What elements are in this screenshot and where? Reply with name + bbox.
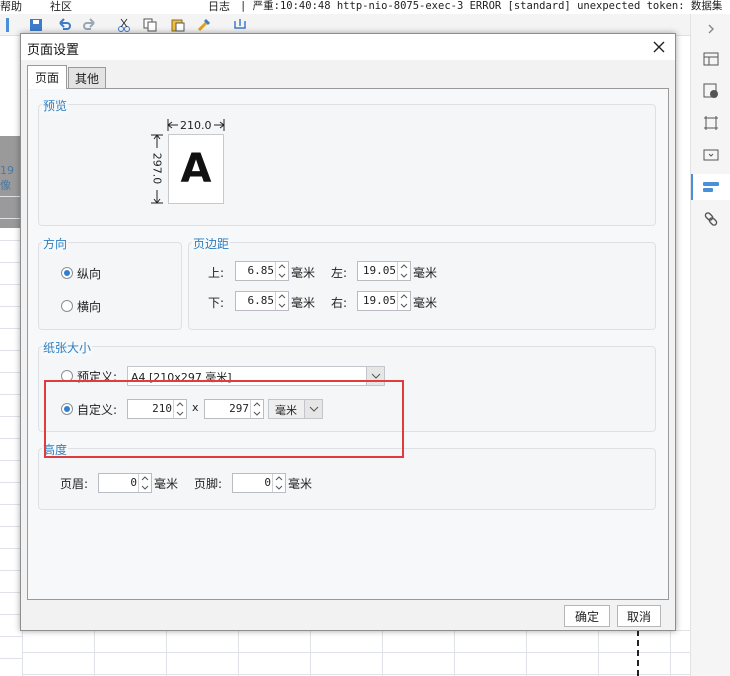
margin-bottom-input[interactable]: 6.85 bbox=[235, 291, 289, 311]
spin-up-icon[interactable] bbox=[139, 474, 151, 483]
paper-size-group bbox=[38, 346, 656, 432]
paper-size-group-title: 纸张大小 bbox=[42, 339, 93, 356]
margin-left-input[interactable]: 19.05 bbox=[357, 261, 411, 281]
custom-label[interactable]: 自定义: bbox=[77, 401, 117, 418]
undo-icon[interactable] bbox=[56, 17, 72, 33]
custom-radio[interactable] bbox=[61, 403, 73, 415]
margin-right-unit: 毫米 bbox=[413, 296, 438, 310]
menu-help[interactable]: 帮助 bbox=[0, 0, 22, 14]
predefined-label[interactable]: 预定义: bbox=[77, 368, 117, 385]
margin-left-unit: 毫米 bbox=[413, 266, 438, 280]
spin-down-icon[interactable] bbox=[398, 301, 410, 310]
spin-down-icon[interactable] bbox=[276, 271, 288, 280]
predefined-radio[interactable] bbox=[61, 370, 73, 382]
footer-label: 页脚: bbox=[194, 477, 223, 491]
right-side-panel bbox=[690, 14, 730, 676]
custom-width-input[interactable]: 210 bbox=[127, 399, 187, 419]
save-icon[interactable] bbox=[28, 17, 44, 33]
margin-bottom-label: 下: bbox=[208, 296, 225, 310]
spin-down-icon[interactable] bbox=[139, 483, 151, 492]
header-label: 页眉: bbox=[60, 477, 89, 491]
margin-right-input[interactable]: 19.05 bbox=[357, 291, 411, 311]
cancel-button[interactable]: 取消 bbox=[617, 605, 661, 627]
widget-settings-icon[interactable] bbox=[691, 142, 730, 168]
portrait-label[interactable]: 纵向 bbox=[77, 265, 101, 282]
spin-down-icon[interactable] bbox=[174, 409, 186, 418]
condition-attributes-icon[interactable] bbox=[691, 78, 730, 104]
footer-height-input[interactable]: 0 bbox=[232, 473, 286, 493]
orientation-group bbox=[38, 242, 182, 330]
preview-width-value: 210.0 bbox=[180, 119, 212, 132]
insert-icon[interactable] bbox=[232, 17, 248, 33]
chevron-down-icon[interactable] bbox=[304, 400, 322, 418]
preview-group bbox=[38, 104, 656, 226]
close-icon[interactable] bbox=[649, 37, 669, 57]
portrait-radio[interactable] bbox=[61, 267, 73, 279]
margins-group bbox=[188, 242, 656, 330]
toolbar-edge-icon bbox=[0, 17, 16, 33]
preview-height-value: 297.0 bbox=[150, 152, 164, 185]
hyperlink-icon[interactable] bbox=[691, 206, 730, 232]
spin-up-icon[interactable] bbox=[398, 292, 410, 301]
sheet-grid-left bbox=[0, 196, 22, 676]
data-column-icon[interactable] bbox=[691, 174, 730, 200]
spin-down-icon[interactable] bbox=[273, 483, 285, 492]
height-group-title: 高度 bbox=[42, 441, 69, 458]
footer-unit: 毫米 bbox=[288, 477, 313, 491]
spin-down-icon[interactable] bbox=[251, 409, 263, 418]
size-separator: x bbox=[192, 401, 199, 414]
margin-top-label: 上: bbox=[208, 266, 225, 280]
page-break-line bbox=[637, 630, 639, 676]
margin-top-unit: 毫米 bbox=[291, 266, 316, 280]
margin-bottom-unit: 毫米 bbox=[291, 296, 316, 310]
landscape-radio[interactable] bbox=[61, 300, 73, 312]
tab-other[interactable]: 其他 bbox=[68, 67, 106, 88]
sheet-left-text: 19像 bbox=[0, 164, 14, 192]
unit-select[interactable]: 毫米 bbox=[268, 399, 323, 419]
cell-attributes-icon[interactable] bbox=[691, 46, 730, 72]
margin-top-input[interactable]: 6.85 bbox=[235, 261, 289, 281]
preview-group-title: 预览 bbox=[42, 97, 69, 114]
chevron-down-icon[interactable] bbox=[366, 367, 384, 385]
format-painter-icon[interactable] bbox=[196, 17, 212, 33]
copy-icon[interactable] bbox=[142, 17, 158, 33]
paste-icon[interactable] bbox=[170, 17, 186, 33]
spin-up-icon[interactable] bbox=[398, 262, 410, 271]
spin-up-icon[interactable] bbox=[251, 400, 263, 409]
custom-height-input[interactable]: 297 bbox=[204, 399, 264, 419]
frame-attributes-icon[interactable] bbox=[691, 110, 730, 136]
orientation-group-title: 方向 bbox=[42, 235, 69, 252]
spin-up-icon[interactable] bbox=[273, 474, 285, 483]
predefined-paper-select[interactable]: A4 [210x297 毫米] bbox=[127, 366, 385, 386]
menu-log[interactable]: 日志 bbox=[208, 0, 230, 14]
tab-page[interactable]: 页面 bbox=[27, 65, 67, 89]
unit-select-value: 毫米 bbox=[275, 404, 297, 417]
preview-paper: A bbox=[168, 134, 224, 204]
header-unit: 毫米 bbox=[154, 477, 179, 491]
menu-bar: 帮助 社区 日志 | 严重:10:40:48 http-nio-8075-exe… bbox=[0, 0, 730, 14]
spin-down-icon[interactable] bbox=[398, 271, 410, 280]
spin-up-icon[interactable] bbox=[276, 262, 288, 271]
dialog-title: 页面设置 bbox=[27, 43, 80, 58]
cut-icon[interactable] bbox=[116, 17, 132, 33]
preview-letter: A bbox=[180, 146, 212, 192]
menu-community[interactable]: 社区 bbox=[50, 0, 72, 14]
margins-group-title: 页边距 bbox=[192, 235, 231, 252]
header-height-input[interactable]: 0 bbox=[98, 473, 152, 493]
log-status-line: | 严重:10:40:48 http-nio-8075-exec-3 ERROR… bbox=[240, 0, 723, 12]
ok-button[interactable]: 确定 bbox=[564, 605, 610, 627]
spin-up-icon[interactable] bbox=[276, 292, 288, 301]
predefined-paper-value: A4 [210x297 毫米] bbox=[131, 371, 232, 384]
spin-up-icon[interactable] bbox=[174, 400, 186, 409]
sheet-grid-bottom bbox=[22, 630, 690, 676]
landscape-label[interactable]: 横向 bbox=[77, 298, 101, 315]
margin-right-label: 右: bbox=[331, 296, 348, 310]
expand-panel-icon[interactable] bbox=[691, 16, 730, 42]
dialog-titlebar[interactable]: 页面设置 bbox=[21, 34, 675, 60]
margin-left-label: 左: bbox=[331, 266, 348, 280]
spin-down-icon[interactable] bbox=[276, 301, 288, 310]
redo-icon[interactable] bbox=[82, 17, 98, 33]
